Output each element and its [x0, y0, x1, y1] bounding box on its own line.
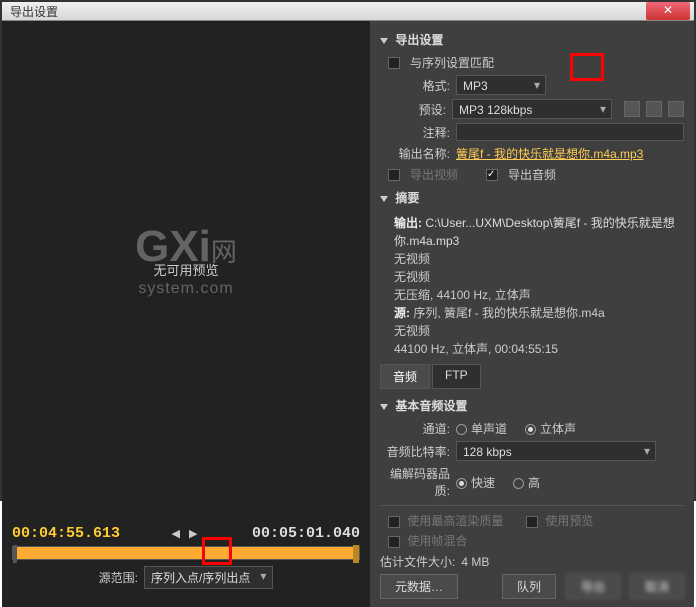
summary-header[interactable]: 摘要 — [380, 187, 684, 208]
chevron-down-icon — [380, 404, 388, 410]
scrub-handle-in[interactable] — [13, 545, 17, 563]
format-dropdown[interactable]: MP3 — [456, 75, 546, 95]
export-button[interactable]: 导出 — [566, 574, 620, 599]
source-range-label: 源范围: — [99, 569, 138, 586]
tab-audio[interactable]: 音频 — [380, 364, 430, 389]
mono-radio[interactable] — [456, 424, 467, 435]
queue-button[interactable]: 队列 — [502, 574, 556, 599]
chevron-down-icon — [380, 196, 388, 202]
window-title: 导出设置 — [6, 3, 646, 20]
export-audio-label: 导出音频 — [508, 166, 556, 183]
summary-text: 输出: C:\User...UXM\Desktop\簧尾f - 我的快乐就是想你… — [394, 214, 684, 358]
no-preview-label: 无可用预览 — [153, 260, 218, 279]
timecode-out: 00:05:01.040 — [252, 525, 360, 542]
frame-blend-checkbox — [388, 536, 400, 548]
scrub-handle-out[interactable] — [353, 545, 359, 563]
export-audio-checkbox[interactable] — [486, 169, 498, 181]
scrub-bar[interactable] — [12, 546, 360, 560]
max-render-checkbox — [388, 516, 400, 528]
delete-preset-icon[interactable] — [668, 101, 684, 117]
export-video-checkbox — [388, 169, 400, 181]
use-preview-checkbox — [526, 516, 538, 528]
quality-label: 编解码器品质: — [380, 465, 450, 499]
est-size-label: 估计文件大小: — [380, 553, 455, 570]
channels-label: 通道: — [380, 420, 450, 437]
nav-arrows[interactable]: ◀ ▶ — [172, 527, 201, 540]
settings-pane: 导出设置 与序列设置匹配 格式: MP3 预设: MP3 128kbps — [370, 21, 694, 607]
preview-pane: 无可用预览 GXi网 system.com 00:04:55.613 ◀ ▶ 0… — [2, 21, 370, 607]
titlebar: 导出设置 ✕ — [2, 2, 694, 21]
match-sequence-label: 与序列设置匹配 — [410, 54, 494, 71]
output-name-link[interactable]: 簧尾f - 我的快乐就是想你.m4a.mp3 — [456, 145, 643, 162]
high-radio[interactable] — [513, 478, 524, 489]
export-settings-header[interactable]: 导出设置 — [380, 29, 684, 50]
output-name-label: 输出名称: — [380, 145, 450, 162]
cancel-button[interactable]: 取消 — [630, 574, 684, 599]
comments-input[interactable] — [456, 123, 684, 141]
preset-dropdown[interactable]: MP3 128kbps — [452, 99, 612, 119]
comments-label: 注释: — [380, 124, 450, 141]
format-label: 格式: — [380, 77, 450, 94]
bitrate-label: 音频比特率: — [380, 443, 450, 460]
fast-radio[interactable] — [456, 478, 467, 489]
import-preset-icon[interactable] — [646, 101, 662, 117]
basic-audio-header[interactable]: 基本音频设置 — [380, 395, 684, 416]
preview-area: 无可用预览 GXi网 system.com — [2, 21, 370, 517]
export-video-label: 导出视频 — [410, 166, 458, 183]
est-size-value: 4 MB — [461, 555, 489, 569]
match-sequence-checkbox[interactable] — [388, 57, 400, 69]
close-button[interactable]: ✕ — [646, 2, 690, 20]
tab-ftp[interactable]: FTP — [432, 364, 481, 389]
save-preset-icon[interactable] — [624, 101, 640, 117]
chevron-down-icon — [380, 38, 388, 44]
bitrate-dropdown[interactable]: 128 kbps — [456, 441, 656, 461]
source-range-dropdown[interactable]: 序列入点/序列出点 — [144, 566, 273, 589]
timecode-in[interactable]: 00:04:55.613 — [12, 525, 120, 542]
metadata-button[interactable]: 元数据… — [380, 574, 458, 599]
stereo-radio[interactable] — [525, 424, 536, 435]
preset-label: 预设: — [380, 101, 446, 118]
